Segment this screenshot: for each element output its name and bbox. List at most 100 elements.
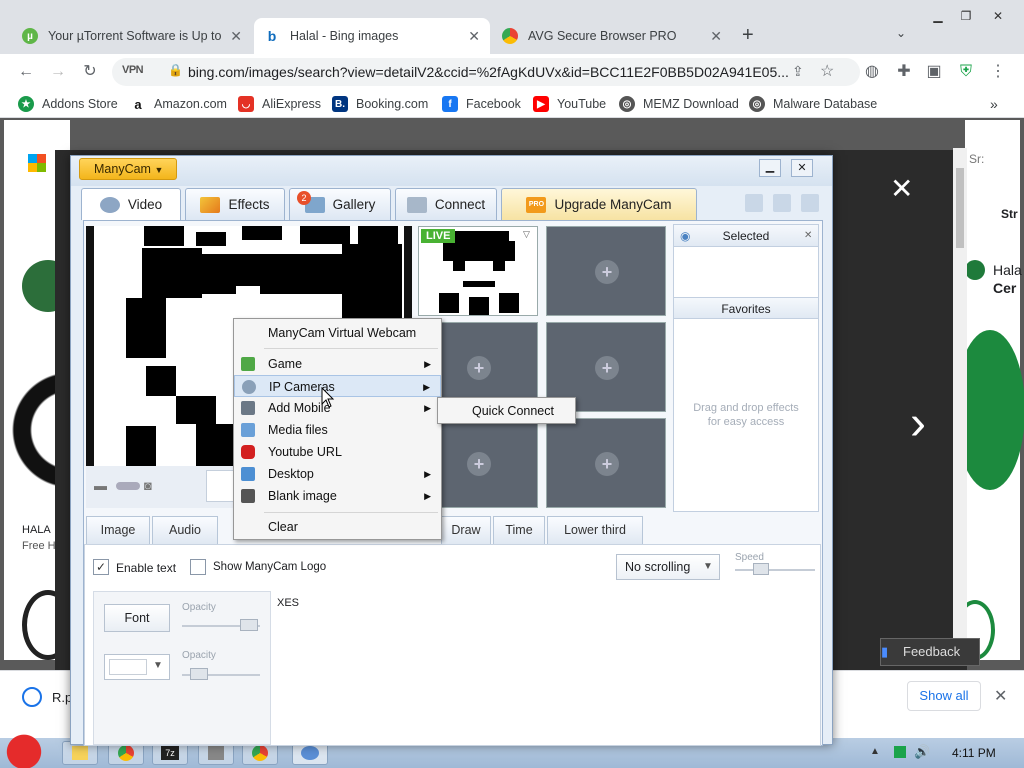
address-bar[interactable]: VPN 🔒 bing.com/images/search?view=detail… — [112, 58, 860, 86]
add-source-icon[interactable]: + — [467, 356, 491, 380]
menu-icon[interactable]: ⋮ — [988, 62, 1008, 82]
font-button[interactable]: Font — [104, 604, 170, 632]
tab-video[interactable]: Video — [81, 188, 181, 220]
result-thumbnail[interactable] — [965, 260, 985, 280]
bookmark-malware[interactable]: ◎ Malware Database — [749, 95, 877, 113]
bookmark-youtube[interactable]: ▶ YouTube — [533, 95, 606, 113]
scrollbar-thumb[interactable] — [956, 168, 964, 248]
subtab-lower-third[interactable]: Lower third — [547, 516, 643, 544]
next-image-icon[interactable]: › — [910, 400, 926, 448]
add-source-icon[interactable]: + — [595, 356, 619, 380]
subtab-audio[interactable]: Audio — [152, 516, 218, 544]
manycam-minimize-icon[interactable]: ▁ — [759, 159, 781, 177]
menu-item-desktop[interactable]: Desktop ▶ — [234, 463, 441, 485]
menu-item-media-files[interactable]: Media files — [234, 419, 441, 441]
source-slot-empty[interactable]: + — [546, 226, 666, 316]
restore-icon[interactable]: ❐ — [954, 6, 978, 26]
menu-item-quick-connect[interactable]: Quick Connect — [438, 400, 575, 422]
shield-icon[interactable]: ⛨ — [956, 62, 976, 82]
tab-search-icon[interactable]: ⌄ — [896, 26, 906, 40]
bookmark-aliexpress[interactable]: ◡ AliExpress — [238, 95, 321, 113]
extension-icon[interactable]: ◍ — [862, 62, 882, 82]
bookmark-star-icon[interactable]: ☆ — [820, 61, 834, 81]
result-title: Hala — [993, 262, 1022, 278]
tab-utorrent[interactable]: µ Your µTorrent Software is Up to Date ✕ — [12, 18, 252, 54]
toggle-switch[interactable] — [116, 482, 140, 490]
more-bookmarks-icon[interactable]: » — [990, 95, 998, 113]
bookmark-facebook[interactable]: f Facebook — [442, 95, 521, 113]
tab-avg[interactable]: AVG Secure Browser PRO ✕ — [492, 18, 732, 54]
minimize-icon[interactable]: ▁ — [926, 6, 950, 26]
share-icon[interactable]: ⇪ — [792, 63, 804, 80]
twitter-share-icon[interactable] — [773, 194, 791, 212]
menu-item-ip-cameras[interactable]: IP Cameras ▶ — [234, 375, 441, 397]
show-all-button[interactable]: Show all — [907, 681, 981, 711]
add-source-icon[interactable]: + — [595, 452, 619, 476]
bookmark-amazon[interactable]: a Amazon.com — [130, 95, 227, 113]
color-picker[interactable]: ▼ — [104, 654, 170, 680]
tab-gallery[interactable]: 2 Gallery — [289, 188, 391, 220]
chevron-down-icon: ▼ — [153, 660, 163, 671]
close-icon[interactable]: ✕ — [468, 28, 480, 45]
close-selected-icon[interactable]: ✕ — [804, 225, 812, 247]
manycam-close-icon[interactable]: ✕ — [791, 159, 813, 177]
slot-menu-icon[interactable]: ▽ — [523, 229, 530, 240]
close-icon[interactable]: ✕ — [230, 28, 242, 45]
text-opacity-thumb[interactable] — [240, 619, 258, 631]
menu-item-virtual-webcam[interactable]: ManyCam Virtual Webcam — [234, 322, 441, 344]
feedback-button[interactable]: ▮ Feedback — [880, 638, 980, 666]
sidepanel-icon[interactable]: ▣ — [924, 62, 944, 82]
youtube-share-icon[interactable] — [745, 194, 763, 212]
vpn-badge[interactable]: VPN — [122, 64, 144, 76]
show-logo-checkbox[interactable] — [190, 559, 206, 575]
speed-slider-thumb[interactable] — [753, 563, 769, 575]
lock-icon[interactable]: 🔒 — [168, 63, 183, 77]
speed-slider-track[interactable] — [735, 569, 815, 571]
tray-shield-icon[interactable] — [894, 746, 906, 758]
text-editor-content: XES — [277, 597, 300, 609]
forward-icon[interactable]: → — [48, 62, 68, 82]
add-source-icon[interactable]: + — [595, 260, 619, 284]
manycam-menu-button[interactable]: ManyCam ▼ — [79, 158, 177, 180]
reload-icon[interactable]: ↻ — [80, 62, 100, 82]
close-downloads-icon[interactable]: ✕ — [994, 686, 1007, 706]
close-icon[interactable]: ✕ — [710, 28, 722, 45]
menu-item-blank-image[interactable]: Blank image ▶ — [234, 485, 441, 507]
text-editor[interactable]: XES — [273, 591, 813, 745]
window-close-icon[interactable]: ✕ — [986, 6, 1010, 26]
source-slot-empty[interactable]: + — [546, 418, 666, 508]
source-slot-live[interactable]: LIVE ▽ — [418, 226, 538, 316]
tray-expand-icon[interactable]: ▲ — [870, 746, 880, 757]
enable-text-checkbox[interactable]: ✓ — [93, 559, 109, 575]
tab-bing[interactable]: b Halal - Bing images ✕ — [254, 18, 490, 54]
subtab-draw[interactable]: Draw — [441, 516, 491, 544]
puzzle-icon[interactable]: ✚ — [894, 62, 914, 82]
tab-connect[interactable]: Connect — [395, 188, 497, 220]
page-scrollbar[interactable] — [953, 148, 967, 638]
subtab-time[interactable]: Time — [493, 516, 545, 544]
menu-item-add-mobile[interactable]: Add Mobile ▶ — [234, 397, 441, 419]
bookmark-memz[interactable]: ◎ MEMZ Download — [619, 95, 739, 113]
new-tab-icon[interactable]: + — [742, 24, 754, 47]
snapshot-camera-icon[interactable]: ◙ — [144, 478, 152, 493]
angry-bird-start-icon[interactable] — [4, 732, 44, 768]
tab-effects[interactable]: Effects — [185, 188, 285, 220]
bg-opacity-thumb[interactable] — [190, 668, 208, 680]
tab-upgrade[interactable]: PRO Upgrade ManyCam — [501, 188, 697, 220]
tray-volume-icon[interactable]: 🔊 — [914, 744, 930, 760]
menu-item-youtube-url[interactable]: Youtube URL — [234, 441, 441, 463]
scrolling-select[interactable]: No scrolling ▼ — [616, 554, 720, 580]
subtab-image[interactable]: Image — [86, 516, 150, 544]
viewer-close-icon[interactable]: ✕ — [890, 172, 913, 205]
menu-item-clear[interactable]: Clear — [234, 516, 441, 538]
back-icon[interactable]: ← — [16, 62, 36, 82]
menu-item-game[interactable]: Game ▶ — [234, 353, 441, 375]
video-camera-icon[interactable]: ▬ — [94, 478, 107, 493]
manycam-window: ManyCam ▼ ▁ ✕ Video Effects 2 Gallery Co… — [70, 155, 833, 746]
clock[interactable]: 4:11 PM — [952, 746, 996, 760]
bookmark-addons-store[interactable]: ★ Addons Store — [18, 95, 118, 113]
bookmark-booking[interactable]: B. Booking.com — [332, 95, 428, 113]
facebook-share-icon[interactable] — [801, 194, 819, 212]
add-source-icon[interactable]: + — [467, 452, 491, 476]
opacity-label: Opacity — [182, 602, 216, 613]
